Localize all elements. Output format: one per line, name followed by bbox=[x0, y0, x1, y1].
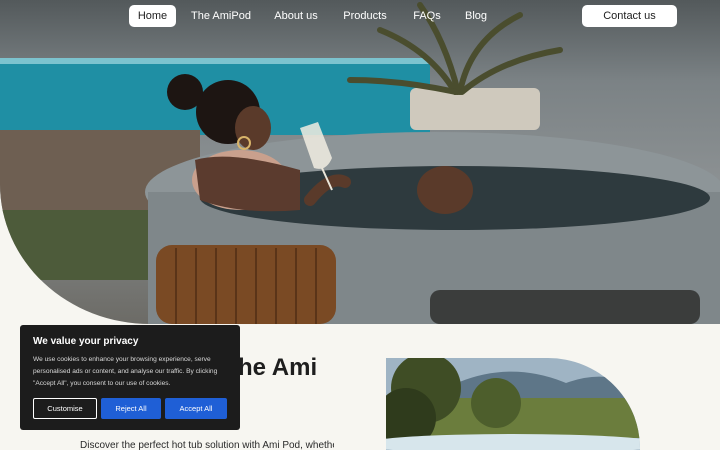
nav-products[interactable]: Products bbox=[337, 5, 393, 27]
intro-paragraph: Discover the perfect hot tub solution wi… bbox=[80, 440, 334, 450]
cookie-body-text: We use cookies to enhance your browsing … bbox=[33, 356, 218, 387]
customise-button[interactable]: Customise bbox=[33, 398, 97, 419]
side-photo bbox=[386, 358, 640, 450]
cookie-title: We value your privacy bbox=[33, 336, 139, 347]
cookie-actions: Customise Reject All Accept All bbox=[33, 398, 227, 419]
accept-all-button[interactable]: Accept All bbox=[165, 398, 227, 419]
reject-all-button[interactable]: Reject All bbox=[101, 398, 161, 419]
nav-home[interactable]: Home bbox=[129, 5, 176, 27]
nav-faqs[interactable]: FAQs bbox=[409, 5, 445, 27]
nav-blog[interactable]: Blog bbox=[460, 5, 492, 27]
contact-us-button[interactable]: Contact us bbox=[582, 5, 677, 27]
cookie-consent-banner: We value your privacy We use cookies to … bbox=[20, 325, 240, 430]
hero-scene bbox=[0, 2, 720, 324]
hot-tub-mountain-image bbox=[386, 358, 640, 450]
hero-image bbox=[0, 0, 720, 324]
nav-about-us[interactable]: About us bbox=[268, 5, 324, 27]
section-heading: he Ami bbox=[238, 354, 318, 381]
nav-the-amipod[interactable]: The AmiPod bbox=[186, 5, 256, 27]
main-nav: Home The AmiPod About us Products FAQs B… bbox=[0, 0, 720, 34]
